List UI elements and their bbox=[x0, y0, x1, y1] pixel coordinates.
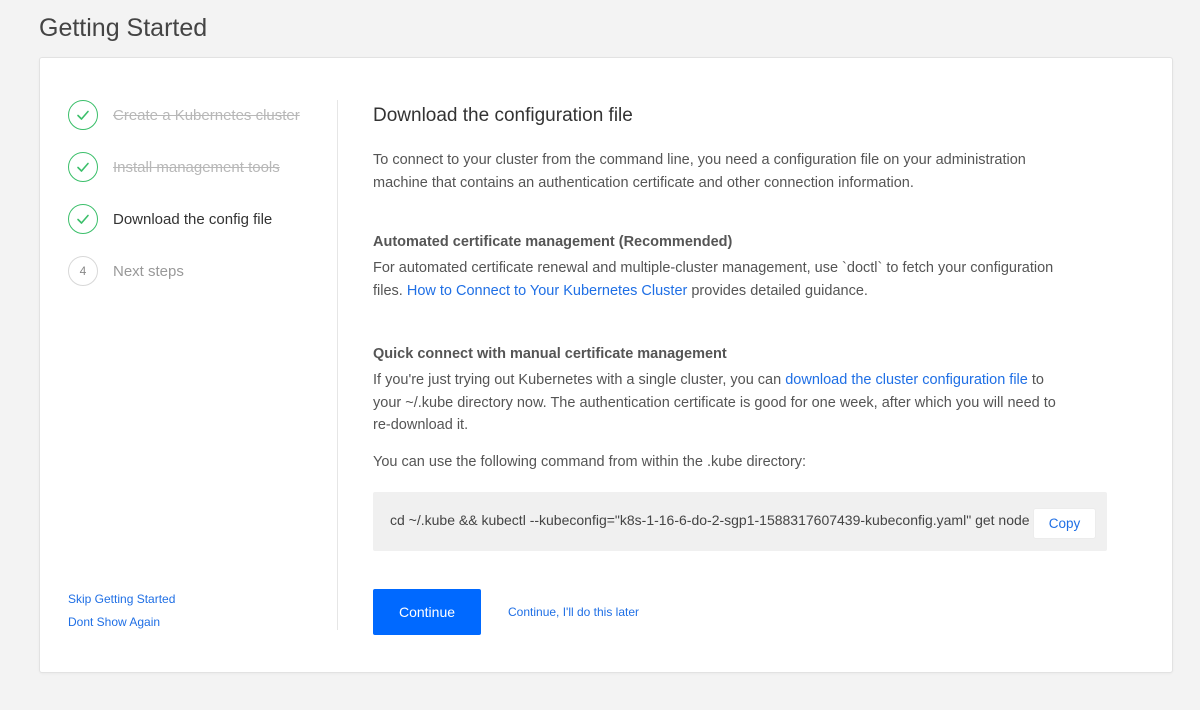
check-icon bbox=[68, 152, 98, 182]
automated-text: For automated certificate renewal and mu… bbox=[373, 257, 1073, 302]
step-label: Download the config file bbox=[113, 210, 273, 228]
step-label: Create a Kubernetes cluster bbox=[113, 106, 300, 124]
how-to-connect-link[interactable]: How to Connect to Your Kubernetes Cluste… bbox=[407, 283, 688, 299]
footer-links: Skip Getting Started Dont Show Again bbox=[68, 592, 175, 638]
intro-text: To connect to your cluster from the comm… bbox=[373, 152, 1026, 191]
continue-later-link[interactable]: Continue, I'll do this later bbox=[508, 605, 639, 619]
divider bbox=[337, 100, 338, 630]
step-number: 4 bbox=[68, 256, 98, 286]
actions: Continue Continue, I'll do this later bbox=[373, 589, 1073, 635]
step-download-config[interactable]: Download the config file bbox=[68, 204, 328, 234]
content-title: Download the configuration file bbox=[373, 105, 633, 126]
step-next-steps[interactable]: 4 Next steps bbox=[68, 256, 328, 286]
copy-button[interactable]: Copy bbox=[1033, 508, 1096, 539]
quick-connect-heading: Quick connect with manual certificate ma… bbox=[373, 346, 727, 362]
step-label: Next steps bbox=[113, 262, 184, 280]
step-create-cluster[interactable]: Create a Kubernetes cluster bbox=[68, 100, 328, 130]
automated-text-after: provides detailed guidance. bbox=[687, 282, 868, 299]
step-install-tools[interactable]: Install management tools bbox=[68, 152, 328, 182]
check-icon bbox=[68, 100, 98, 130]
command-intro: You can use the following command from w… bbox=[373, 453, 807, 470]
command-text[interactable]: cd ~/.kube && kubectl --kubeconfig="k8s-… bbox=[390, 512, 1030, 528]
dont-show-again-link[interactable]: Dont Show Again bbox=[68, 615, 175, 630]
command-box: cd ~/.kube && kubectl --kubeconfig="k8s-… bbox=[373, 492, 1107, 551]
automated-heading: Automated certificate management (Recomm… bbox=[373, 234, 733, 250]
page-title: Getting Started bbox=[39, 14, 208, 42]
continue-button[interactable]: Continue bbox=[373, 589, 481, 635]
quick-connect-text: If you're just trying out Kubernetes wit… bbox=[373, 369, 1073, 437]
download-config-link[interactable]: download the cluster configuration file bbox=[785, 372, 1028, 388]
skip-getting-started-link[interactable]: Skip Getting Started bbox=[68, 592, 175, 607]
check-icon bbox=[68, 204, 98, 234]
quick-text-before: If you're just trying out Kubernetes wit… bbox=[373, 372, 786, 388]
step-label: Install management tools bbox=[113, 158, 280, 176]
getting-started-card: Create a Kubernetes cluster Install mana… bbox=[39, 57, 1173, 673]
steps-list: Create a Kubernetes cluster Install mana… bbox=[68, 100, 328, 308]
content-panel: Download the configuration file To conne… bbox=[373, 105, 1107, 635]
